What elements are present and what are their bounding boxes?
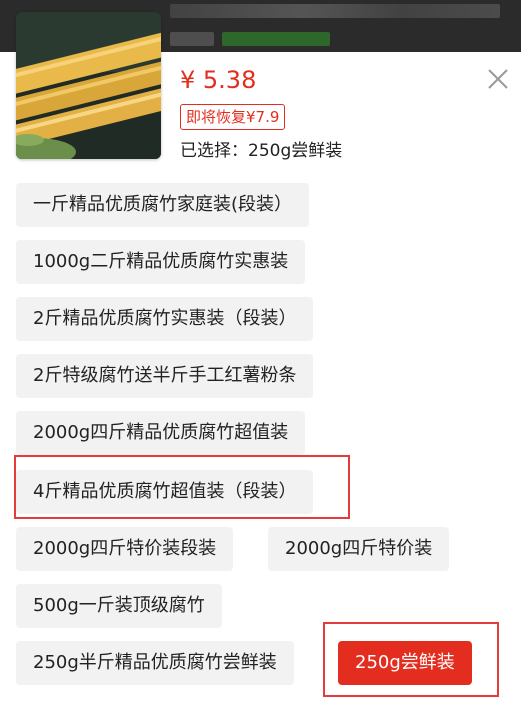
selected-summary: 已选择：250g尝鲜装	[180, 139, 342, 163]
sku-option[interactable]: 一斤精品优质腐竹家庭装(段装）	[16, 183, 310, 227]
selected-label: 已选择：	[180, 141, 248, 161]
sku-option[interactable]: 2斤精品优质腐竹实惠装（段装）	[16, 297, 314, 341]
sku-option-selected[interactable]: 250g尝鲜装	[338, 641, 472, 685]
product-thumbnail	[16, 12, 161, 159]
price-restore-badge: 即将恢复¥7.9	[180, 104, 286, 130]
sku-option[interactable]: 2斤特级腐竹送半斤手工红薯粉条	[16, 354, 314, 398]
sku-option[interactable]: 4斤精品优质腐竹超值装（段装）	[16, 470, 314, 514]
blurred-tag	[170, 32, 214, 46]
close-icon[interactable]	[483, 64, 513, 94]
sku-option[interactable]: 2000g四斤精品优质腐竹超值装	[16, 411, 306, 455]
price: ¥ 5.38	[180, 66, 257, 94]
blurred-badge	[222, 32, 330, 46]
sku-option[interactable]: 2000g四斤特价装段装	[16, 527, 234, 571]
selected-value: 250g尝鲜装	[248, 141, 343, 161]
sku-option[interactable]: 2000g四斤特价装	[268, 527, 450, 571]
sku-option[interactable]: 250g半斤精品优质腐竹尝鲜装	[16, 641, 294, 685]
sku-option[interactable]: 500g一斤装顶级腐竹	[16, 584, 222, 628]
blurred-title	[170, 4, 500, 18]
sku-option[interactable]: 1000g二斤精品优质腐竹实惠装	[16, 240, 306, 284]
